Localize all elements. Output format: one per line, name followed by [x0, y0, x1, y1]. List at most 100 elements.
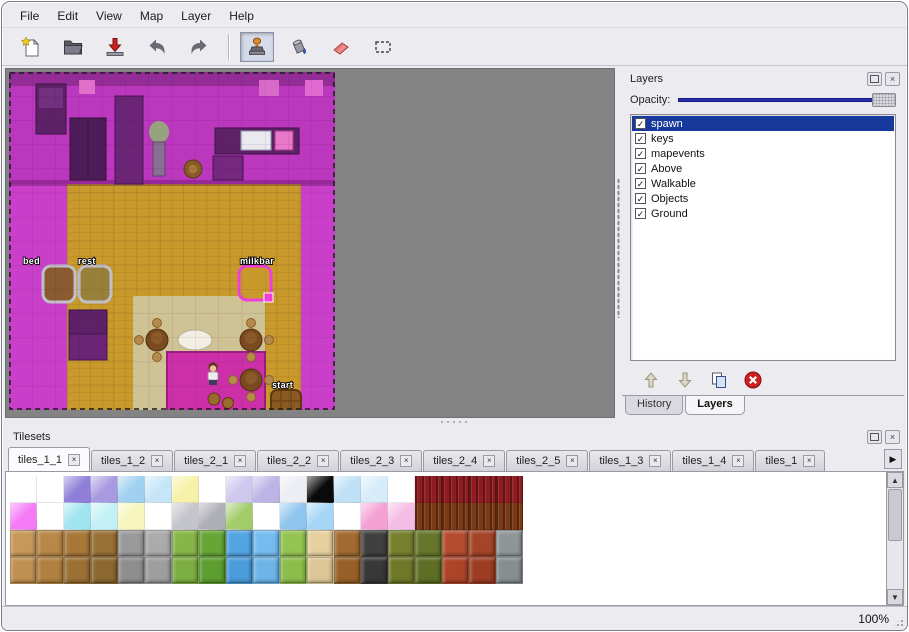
tileset-tile[interactable] [280, 530, 307, 557]
layer-visibility-checkbox[interactable]: ✓ [635, 193, 646, 204]
tileset-tile[interactable] [145, 503, 172, 530]
tileset-tile[interactable] [37, 557, 64, 584]
tileset-tile[interactable] [64, 476, 91, 503]
tileset-tile[interactable] [361, 476, 388, 503]
opacity-slider[interactable] [678, 93, 896, 107]
tileset-tile[interactable] [334, 503, 361, 530]
layer-row-Walkable[interactable]: ✓Walkable [632, 176, 894, 191]
tileset-tile[interactable] [361, 503, 388, 530]
vertical-splitter[interactable] [615, 68, 622, 418]
tab-close-icon[interactable]: × [649, 455, 661, 467]
tab-close-icon[interactable]: × [566, 455, 578, 467]
layer-row-keys[interactable]: ✓keys [632, 131, 894, 146]
tileset-tile[interactable] [172, 530, 199, 557]
tab-close-icon[interactable]: × [483, 455, 495, 467]
tab-close-icon[interactable]: × [317, 455, 329, 467]
tileset-tile[interactable] [307, 557, 334, 584]
tileset-tile[interactable] [199, 503, 226, 530]
tileset-tile[interactable] [442, 503, 469, 530]
float-panel-icon[interactable] [867, 430, 882, 444]
tileset-scrollbar[interactable]: ▲ ▼ [886, 472, 903, 605]
tileset-tile[interactable] [469, 476, 496, 503]
tileset-tab-tiles_1_2[interactable]: tiles_1_2× [91, 450, 173, 471]
tileset-tile[interactable] [226, 557, 253, 584]
tileset-tile[interactable] [91, 557, 118, 584]
tileset-tile[interactable] [145, 530, 172, 557]
tileset-tab-tiles_2_5[interactable]: tiles_2_5× [506, 450, 588, 471]
layer-visibility-checkbox[interactable]: ✓ [635, 208, 646, 219]
tileset-tile[interactable] [10, 503, 37, 530]
menu-map[interactable]: Map [132, 8, 171, 25]
redo-button[interactable] [182, 32, 216, 62]
tileset-tile[interactable] [469, 530, 496, 557]
tab-layers[interactable]: Layers [685, 396, 744, 415]
layer-visibility-checkbox[interactable]: ✓ [635, 178, 646, 189]
tileset-tile[interactable] [91, 503, 118, 530]
tileset-tile[interactable] [496, 557, 523, 584]
save-map-button[interactable] [98, 32, 132, 62]
menu-file[interactable]: File [12, 8, 47, 25]
tileset-tile[interactable] [334, 557, 361, 584]
map-canvas[interactable]: bed rest milkbar start andorn entr [9, 72, 335, 410]
new-map-button[interactable] [14, 32, 48, 62]
map-view[interactable]: bed rest milkbar start andorn entr [5, 68, 615, 418]
tileset-tile[interactable] [415, 476, 442, 503]
tileset-tile[interactable] [37, 530, 64, 557]
tileset-tile[interactable] [199, 557, 226, 584]
layer-visibility-checkbox[interactable]: ✓ [635, 118, 646, 129]
tileset-tile[interactable] [253, 557, 280, 584]
tileset-tile[interactable] [91, 530, 118, 557]
tileset-tile[interactable] [37, 476, 64, 503]
tileset-tab-tiles_1[interactable]: tiles_1× [755, 450, 825, 471]
layer-row-Ground[interactable]: ✓Ground [632, 206, 894, 221]
open-map-button[interactable] [56, 32, 90, 62]
tileset-tile[interactable] [496, 476, 523, 503]
close-panel-icon[interactable]: × [885, 430, 900, 444]
layer-visibility-checkbox[interactable]: ✓ [635, 148, 646, 159]
tileset-tile[interactable] [172, 557, 199, 584]
tab-close-icon[interactable]: × [400, 455, 412, 467]
opacity-slider-handle[interactable] [872, 93, 896, 107]
tileset-tile[interactable] [91, 476, 118, 503]
tileset-tile[interactable] [145, 557, 172, 584]
tileset-tile[interactable] [442, 530, 469, 557]
tileset-tab-tiles_2_1[interactable]: tiles_2_1× [174, 450, 256, 471]
duplicate-layer-button[interactable] [708, 369, 730, 391]
stamp-tool-button[interactable] [240, 32, 274, 62]
tileset-tile[interactable] [172, 476, 199, 503]
tab-close-icon[interactable]: × [803, 455, 815, 467]
tileset-tile[interactable] [118, 476, 145, 503]
float-panel-icon[interactable] [867, 72, 882, 86]
tileset-tile[interactable] [334, 530, 361, 557]
tab-close-icon[interactable]: × [151, 455, 163, 467]
layer-visibility-checkbox[interactable]: ✓ [635, 163, 646, 174]
tileset-tile[interactable] [64, 557, 91, 584]
tileset-tile[interactable] [280, 557, 307, 584]
tab-history[interactable]: History [625, 396, 683, 415]
tileset-tile[interactable] [64, 530, 91, 557]
eraser-tool-button[interactable] [324, 32, 358, 62]
tileset-tab-tiles_2_4[interactable]: tiles_2_4× [423, 450, 505, 471]
tileset-tile[interactable] [496, 503, 523, 530]
tileset-tab-tiles_1_1[interactable]: tiles_1_1× [8, 447, 90, 471]
tileset-tile[interactable] [280, 503, 307, 530]
tileset-tile[interactable] [334, 476, 361, 503]
tileset-tile[interactable] [199, 476, 226, 503]
tileset-tile[interactable] [442, 476, 469, 503]
tileset-tile[interactable] [307, 530, 334, 557]
tileset-tile[interactable] [361, 557, 388, 584]
tileset-tile[interactable] [118, 557, 145, 584]
tileset-tile[interactable] [226, 503, 253, 530]
tab-scroll-right-icon[interactable]: ▶ [884, 449, 902, 469]
tileset-tile[interactable] [253, 503, 280, 530]
layer-row-Above[interactable]: ✓Above [632, 161, 894, 176]
tileset-tile[interactable] [37, 503, 64, 530]
fill-tool-button[interactable] [282, 32, 316, 62]
tileset-tile[interactable] [145, 476, 172, 503]
tab-close-icon[interactable]: × [234, 455, 246, 467]
menu-layer[interactable]: Layer [173, 8, 219, 25]
layer-list[interactable]: ✓spawn✓keys✓mapevents✓Above✓Walkable✓Obj… [630, 114, 896, 361]
layer-visibility-checkbox[interactable]: ✓ [635, 133, 646, 144]
tileset-tile[interactable] [307, 503, 334, 530]
tileset-tile[interactable] [226, 476, 253, 503]
